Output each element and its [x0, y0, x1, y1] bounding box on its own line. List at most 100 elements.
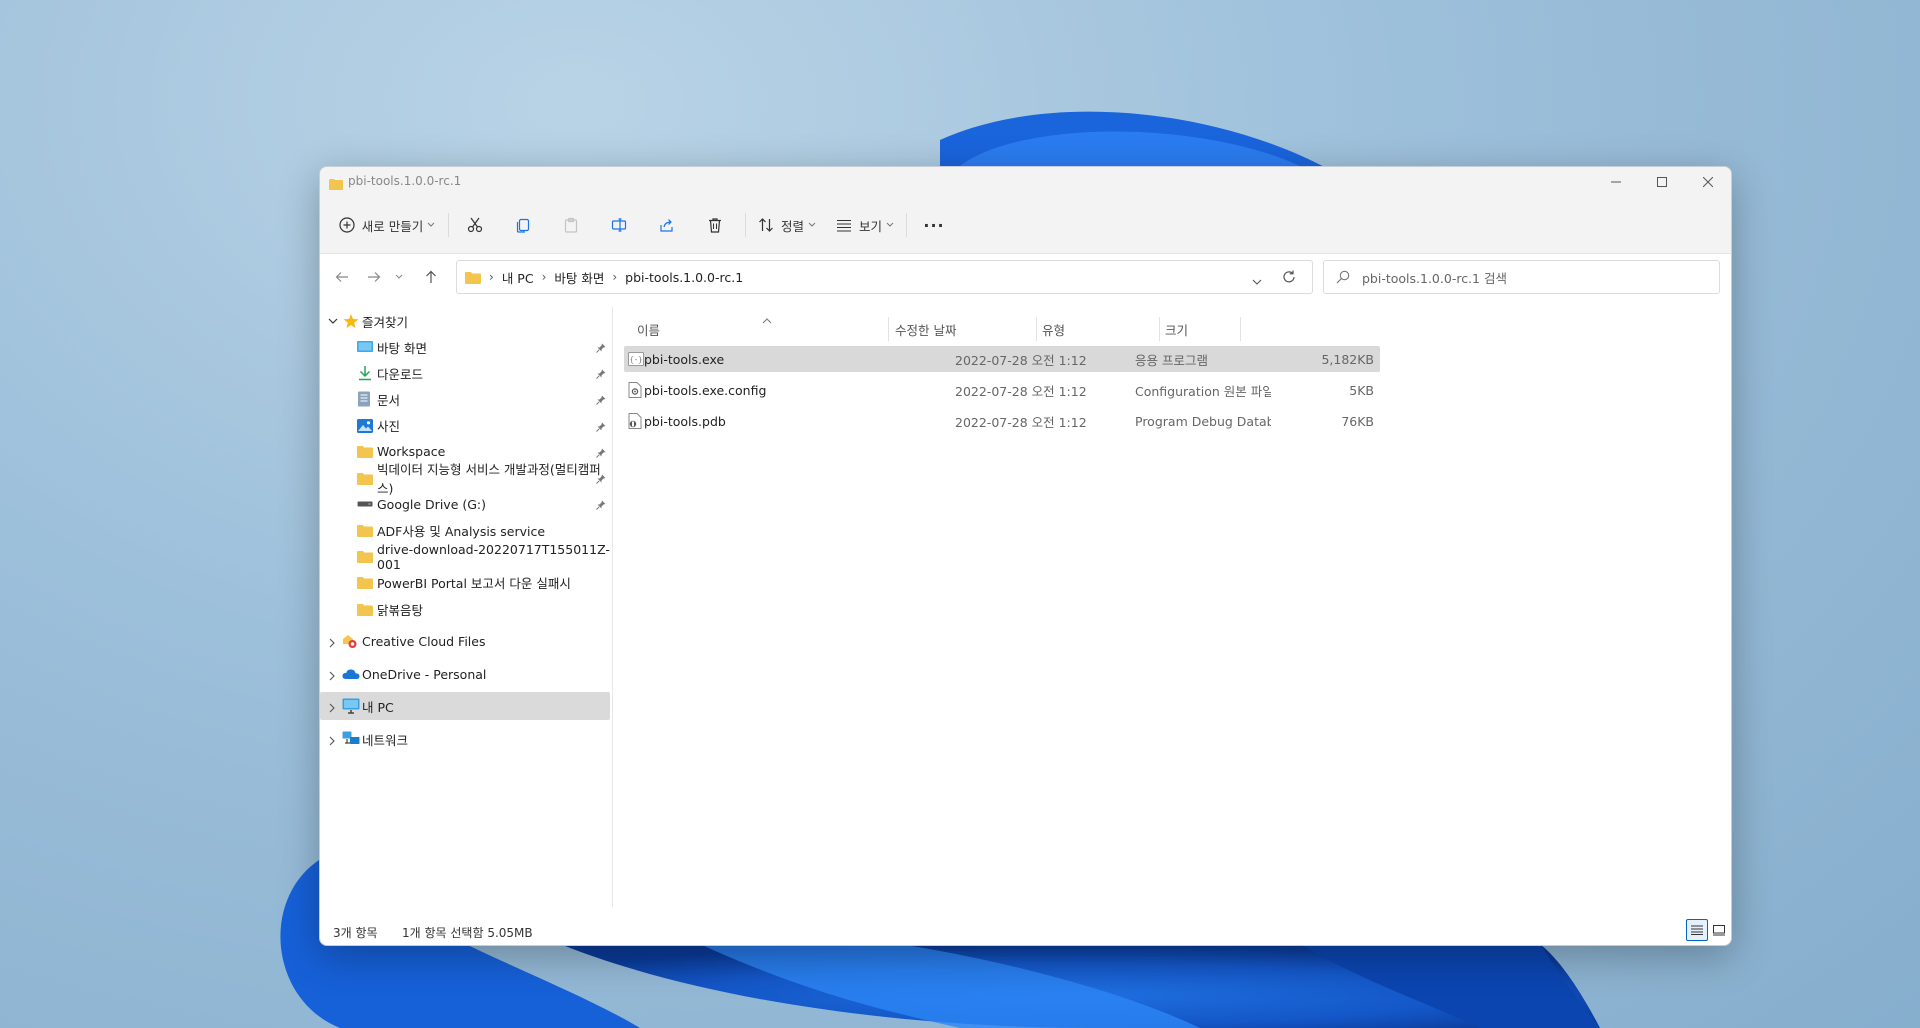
delete-button[interactable]: [697, 207, 733, 243]
column-divider[interactable]: [1240, 317, 1241, 341]
chevron-right-icon: ›: [489, 270, 494, 284]
close-button[interactable]: [1685, 167, 1731, 197]
sidebar-item-label: 닭볶음탕: [377, 602, 424, 618]
forward-button[interactable]: [361, 264, 387, 290]
view-button-label: 보기: [858, 218, 882, 234]
folder-icon: [357, 550, 373, 564]
share-icon: [660, 219, 673, 232]
paste-button[interactable]: [553, 207, 589, 243]
chevron-down-icon[interactable]: [328, 317, 338, 325]
sort-button[interactable]: 정렬: [754, 207, 820, 243]
chevron-right-icon[interactable]: [328, 701, 336, 716]
cut-button[interactable]: [457, 207, 493, 243]
star-icon: [343, 314, 359, 328]
file-date: 2022-07-28 오전 1:12: [955, 414, 1087, 430]
pin-icon[interactable]: [596, 367, 606, 382]
file-row[interactable]: {-} pbi-tools.exe 2022-07-28 오전 1:12 응용 프로그…: [624, 346, 1380, 372]
desktop-icon: [357, 340, 373, 354]
pin-icon[interactable]: [596, 420, 606, 435]
command-bar: 새로 만들기 정렬 보기 ···: [320, 197, 1731, 254]
address-bar[interactable]: › 내 PC › 바탕 화면 › pbi-tools.1.0.0-rc.1: [456, 260, 1313, 294]
sidebar-item-favorite[interactable]: Google Drive (G:): [320, 490, 610, 518]
file-size: 5KB: [1349, 382, 1374, 398]
chevron-down-icon: [808, 222, 816, 227]
new-button[interactable]: 새로 만들기: [334, 207, 440, 243]
sidebar-item-label: ADF사용 및 Analysis service: [377, 523, 546, 539]
column-divider[interactable]: [1159, 317, 1160, 341]
pin-icon[interactable]: [596, 393, 606, 408]
sidebar-item-favorite[interactable]: 바탕 화면: [320, 333, 610, 361]
folder-icon: [357, 472, 373, 485]
chevron-down-icon: [395, 274, 403, 279]
sidebar-item-label: 네트워크: [362, 732, 409, 748]
sidebar-item-label: 다운로드: [377, 366, 424, 382]
sort-button-label: 정렬: [780, 218, 804, 234]
share-button[interactable]: [649, 207, 685, 243]
recent-locations-button[interactable]: [389, 264, 409, 290]
column-header-type[interactable]: 유형: [1042, 317, 1152, 341]
sort-icon: [759, 218, 773, 232]
file-type: Configuration 원본 파일: [1135, 383, 1271, 399]
file-name: pbi-tools.exe.config: [644, 382, 767, 398]
sidebar-item-favorite[interactable]: 닭볶음탕: [320, 595, 610, 623]
sidebar-item-label: 문서: [377, 392, 401, 408]
copy-button[interactable]: [505, 207, 541, 243]
search-input[interactable]: pbi-tools.1.0.0-rc.1 검색: [1362, 261, 1507, 293]
column-divider[interactable]: [1036, 317, 1037, 341]
config-file-icon: [628, 377, 644, 403]
sidebar-item-label: PowerBI Portal 보고서 다운 실패시: [377, 576, 571, 592]
refresh-button[interactable]: [1282, 269, 1296, 288]
file-size: 76KB: [1341, 413, 1374, 429]
sidebar-item-favorite[interactable]: drive-download-20220717T155011Z-001: [320, 541, 610, 572]
search-box[interactable]: pbi-tools.1.0.0-rc.1 검색: [1323, 260, 1720, 294]
svg-text:{-}: {-}: [630, 357, 643, 365]
breadcrumb-item-pc[interactable]: 내 PC: [502, 268, 534, 287]
pin-icon[interactable]: [596, 472, 606, 487]
chevron-down-icon: [1252, 279, 1262, 285]
chevron-right-icon[interactable]: [328, 669, 336, 684]
sidebar-item-favorite[interactable]: 다운로드: [320, 359, 610, 387]
column-header-date[interactable]: 수정한 날짜: [895, 317, 1035, 341]
sidebar-item-label: 바탕 화면: [377, 340, 427, 356]
rename-button[interactable]: [601, 207, 637, 243]
sidebar-item-favorite[interactable]: 사진: [320, 412, 610, 440]
folder-icon: [465, 271, 481, 284]
pin-icon[interactable]: [596, 498, 606, 513]
sidebar-item-favorite[interactable]: 문서: [320, 385, 610, 413]
details-view-button[interactable]: [1686, 919, 1708, 941]
status-selection: 1개 항목 선택함 5.05MB: [402, 926, 533, 940]
column-divider[interactable]: [888, 317, 889, 341]
copy-icon: [516, 218, 530, 233]
document-icon: [357, 391, 371, 407]
sidebar-item-label: drive-download-20220717T155011Z-001: [377, 541, 610, 572]
view-button[interactable]: 보기: [832, 207, 898, 243]
sidebar-item-group[interactable]: 네트워크: [320, 725, 610, 753]
sidebar-item-group[interactable]: Creative Cloud Files: [320, 627, 610, 655]
file-row[interactable]: pbi-tools.exe.config 2022-07-28 오전 1:12 Co…: [624, 377, 1380, 403]
sidebar-item-group[interactable]: OneDrive - Personal: [320, 660, 610, 688]
pin-icon[interactable]: [596, 341, 606, 356]
chevron-right-icon[interactable]: [328, 636, 336, 651]
file-row[interactable]: pbi-tools.pdb 2022-07-28 오전 1:12 Program D…: [624, 408, 1380, 434]
up-button[interactable]: [418, 264, 444, 290]
back-button[interactable]: [329, 264, 355, 290]
sidebar-item-group[interactable]: 내 PC: [320, 692, 610, 720]
column-header-size[interactable]: 크기: [1165, 317, 1235, 341]
minimize-button[interactable]: [1593, 167, 1639, 197]
large-icons-view-button[interactable]: [1709, 920, 1729, 940]
sidebar-item-favorite[interactable]: ADF사용 및 Analysis service: [320, 516, 610, 544]
sidebar-item-favorite[interactable]: PowerBI Portal 보고서 다운 실패시: [320, 569, 610, 597]
address-history-button[interactable]: [1252, 271, 1262, 290]
add-circle-icon: [339, 217, 355, 233]
sidebar-item-favorites[interactable]: 즐겨찾기: [320, 307, 610, 335]
sidebar-item-favorite[interactable]: 빅데이터 지능형 서비스 개발과정(멀티캠퍼스): [320, 462, 610, 496]
file-type: 응용 프로그램: [1135, 352, 1208, 368]
breadcrumb-item-desktop[interactable]: 바탕 화면: [554, 268, 604, 287]
breadcrumb-item-current[interactable]: pbi-tools.1.0.0-rc.1: [625, 270, 743, 285]
maximize-button[interactable]: [1639, 167, 1685, 197]
pane-divider[interactable]: [612, 307, 613, 907]
pdb-file-icon: [628, 408, 644, 434]
column-header-name[interactable]: 이름: [637, 317, 877, 341]
chevron-right-icon[interactable]: [328, 734, 336, 749]
more-options-button[interactable]: ···: [916, 207, 952, 243]
